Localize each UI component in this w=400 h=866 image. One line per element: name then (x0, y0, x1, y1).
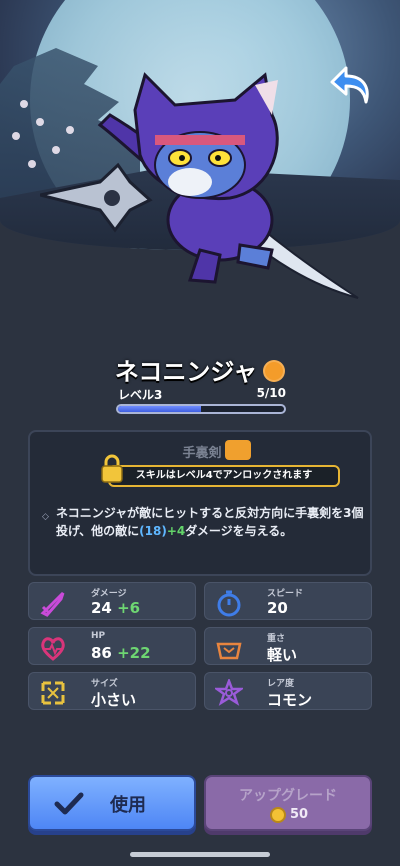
stat-label: 重さ (267, 634, 286, 644)
stat-card: レア度 コモン (204, 672, 372, 710)
card-count: 5/10 (256, 386, 286, 400)
skill-lock-banner: スキルはレベル4でアンロックされます (108, 465, 340, 487)
stat-value-number: 24 (91, 599, 112, 617)
level-label: レベル3 (118, 388, 163, 402)
stat-bonus: +22 (117, 644, 151, 662)
stopwatch-icon (217, 590, 241, 617)
skill-desc-text-end: ダメージを与える。 (185, 524, 293, 538)
stat-card: 重さ 軽い (204, 627, 372, 665)
stat-label: サイズ (91, 679, 118, 689)
skill-desc-value: (18) (139, 524, 167, 538)
skill-name: 手裏剣 (182, 446, 222, 461)
stat-value: 24 +6 (91, 599, 140, 617)
stat-value-number: 86 (91, 644, 112, 662)
stat-value-number: コモン (267, 691, 313, 709)
skill-desc-bonus: +4 (166, 524, 186, 538)
stat-card: スピード 20 (204, 582, 372, 620)
character-title: ネコニンジャ (0, 352, 400, 387)
use-button-label: 使用 (110, 795, 146, 816)
level-row: レベル3 5/10 (118, 386, 286, 402)
blossom (12, 132, 20, 140)
shuriken-icon (40, 162, 153, 233)
stat-label: ダメージ (91, 589, 127, 599)
stat-label: レア度 (267, 679, 295, 689)
use-button[interactable]: 使用 (28, 775, 196, 831)
video-icon[interactable] (225, 440, 251, 460)
rarity-star-icon (215, 679, 243, 706)
stat-card: サイズ 小さい (28, 672, 196, 710)
blossom (28, 160, 36, 168)
blossom (20, 100, 28, 108)
stat-value: 20 (267, 599, 288, 617)
share-icon[interactable] (263, 360, 286, 382)
home-indicator[interactable] (130, 852, 270, 857)
upgrade-button[interactable]: アップグレード 50 (204, 775, 372, 831)
stat-value-number: 20 (267, 599, 288, 617)
coin-icon (270, 807, 286, 823)
sword-icon (40, 591, 65, 617)
stat-value: 軽い (267, 644, 297, 665)
bullet-diamond-icon: ◇ (42, 512, 49, 522)
stat-value: 86 +22 (91, 644, 151, 662)
skill-panel: 手裏剣 スキルはレベル4でアンロックされます ◇ ネコニンジャが敵にヒットすると… (28, 430, 372, 576)
ninja-cat-character (40, 72, 359, 299)
stat-value: コモン (267, 689, 312, 710)
character-name: ネコニンジャ (114, 358, 258, 386)
stat-value-number: 小さい (91, 691, 137, 709)
upgrade-button-label: アップグレード (239, 788, 337, 804)
stat-value: 小さい (91, 689, 136, 710)
stat-label: HP (91, 631, 106, 641)
weight-icon (216, 642, 242, 660)
stat-bonus: +6 (117, 599, 141, 617)
level-progress-bar (116, 404, 286, 414)
stat-card: HP 86 +22 (28, 627, 196, 665)
size-arrows-icon (41, 681, 65, 705)
stat-label: スピード (267, 589, 304, 599)
heart-icon (41, 637, 65, 661)
level-progress-fill (118, 406, 201, 412)
skill-description: ネコニンジャが敵にヒットすると反対方向に手裏剣を3個投げ、他の敵に(18)+4ダ… (56, 504, 366, 540)
lock-icon (101, 454, 123, 483)
upgrade-cost: 50 (290, 807, 309, 822)
stat-value-number: 軽い (267, 646, 298, 664)
stat-card: ダメージ 24 +6 (28, 582, 196, 620)
checkmark-icon (54, 792, 84, 815)
